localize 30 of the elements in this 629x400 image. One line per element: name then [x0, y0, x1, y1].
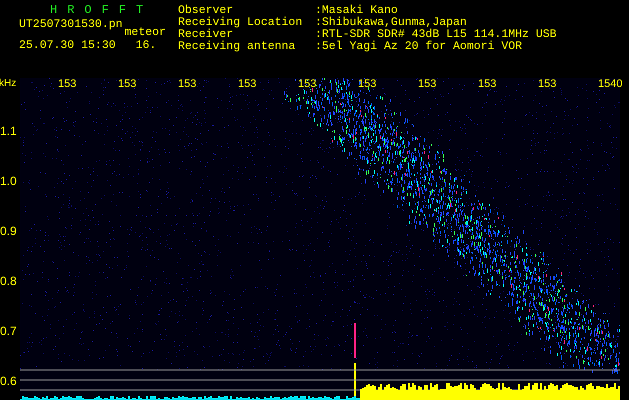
y-axis-label: 1.1: [0, 125, 17, 137]
event-tag: meteor: [124, 27, 166, 39]
count-value: 16.: [136, 40, 156, 52]
info-value: :RTL-SDR SDR# 43dB L15 114.1MHz USB: [315, 29, 557, 41]
x-axis-label: 153: [478, 78, 496, 90]
info-label: Observer: [178, 5, 234, 17]
info-label: Receiver: [178, 29, 234, 41]
y-axis-label: 1.0: [0, 175, 17, 187]
y-axis-label: 0.7: [0, 325, 17, 337]
info-value: :Shibukawa,Gunma,Japan: [315, 17, 467, 29]
axis-unit: kHz: [0, 78, 18, 91]
y-axis-label: 0.6: [0, 375, 17, 387]
app-title: HROFFT: [50, 4, 154, 17]
y-axis-label: 0.8: [0, 275, 17, 287]
info-label: Receiving antenna: [178, 41, 296, 53]
x-axis-label: 153: [118, 78, 136, 90]
x-axis-label: 153: [238, 78, 256, 90]
info-value: :5el Yagi Az 20 for Aomori VOR: [315, 41, 522, 53]
x-axis-label: 153: [358, 78, 376, 90]
x-axis-label: 1540: [598, 78, 622, 90]
x-axis-label: 153: [178, 78, 196, 90]
file-name: UT2507301530.pn: [19, 19, 123, 31]
info-value: :Masaki Kano: [315, 5, 398, 17]
x-axis-label: 153: [418, 78, 436, 90]
y-axis-label: 0.9: [0, 225, 17, 237]
x-axis-label: 153: [58, 78, 76, 90]
timestamp: 25.07.30 15:30: [19, 40, 116, 52]
x-axis-label: 153: [298, 78, 316, 90]
info-label: Receiving Location: [178, 17, 304, 29]
x-axis-label: 153: [538, 78, 556, 90]
